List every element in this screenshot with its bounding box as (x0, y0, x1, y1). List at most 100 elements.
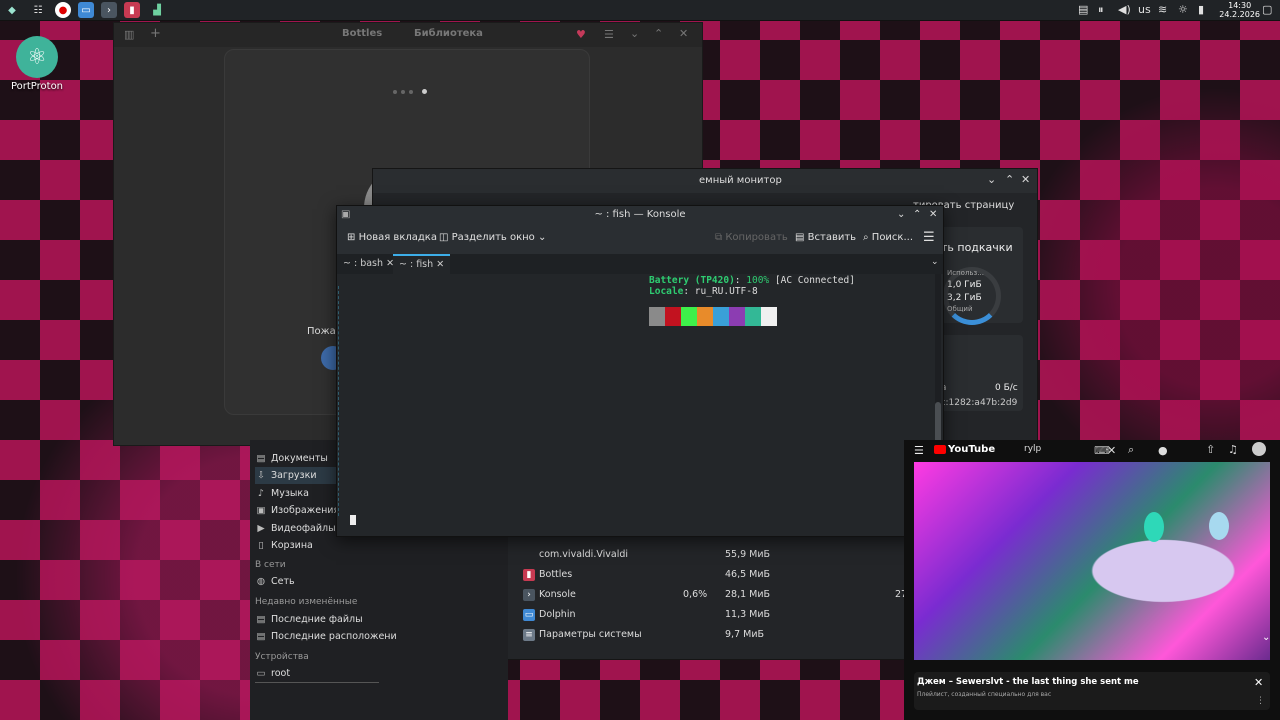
close-icon[interactable]: ✕ (1021, 173, 1030, 186)
tab-bash[interactable]: ~ : bash ✕ (337, 254, 400, 274)
microphone-icon[interactable]: ● (1158, 444, 1168, 457)
search-icon: ⌕ (863, 232, 869, 243)
volume-icon[interactable]: ◀) (1118, 3, 1131, 16)
tab-library[interactable]: Библиотека (414, 28, 483, 39)
clock-date: 24.2.2026 (1219, 10, 1260, 19)
new-tab-button[interactable]: ⊞ Новая вкладка (347, 232, 437, 243)
maximize-icon[interactable]: ⌃ (1005, 173, 1014, 186)
minimize-icon[interactable]: ⌄ (630, 27, 639, 40)
sysmon-titlebar: емный монитор ⌄ ⌃ ✕ (373, 169, 1037, 193)
places-item-recent-files[interactable]: ▤ Последние файлы (255, 611, 363, 628)
video-icon: ▶ (257, 522, 265, 534)
battery-status: [AC Connected] (774, 275, 855, 286)
color-palette (649, 307, 777, 326)
swap-common: Общий (947, 305, 973, 313)
document-icon: ▤ (256, 614, 266, 625)
settings-icon: ≡ (523, 629, 535, 641)
konsole-task-icon[interactable]: › (101, 2, 117, 18)
dolphin-task-icon[interactable]: ▭ (78, 2, 94, 18)
media-pause-icon[interactable]: ⏸ (1098, 3, 1104, 17)
pager-icon[interactable]: ☷ (30, 2, 46, 18)
locale-value: ru_RU.UTF-8 (694, 286, 758, 297)
brightness-icon[interactable]: ☼ (1178, 3, 1188, 16)
upload-icon[interactable]: ⇧ (1206, 443, 1215, 456)
youtube-miniplayer: ☰ YouTube rylp ⌨ ✕ ⌕ ● ⇧ ♫ ⌄ Джем – Sewe… (904, 440, 1280, 720)
konsole-title: ~ : fish — Konsole (594, 209, 686, 220)
section-recent: Недавно изменённые (255, 597, 358, 607)
clear-search-icon[interactable]: ✕ (1107, 444, 1116, 457)
sidebar-toggle-icon[interactable]: ▥ (124, 28, 134, 41)
tab-menu-icon[interactable]: ⌄ (931, 257, 939, 267)
search-icon[interactable]: ⌕ (1128, 443, 1134, 457)
process-name: Dolphin (539, 609, 576, 620)
drive-icon: ▭ (256, 668, 266, 679)
tab-label: ~ : fish (399, 259, 434, 270)
paste-button[interactable]: ▤ Вставить (795, 232, 856, 243)
chevron-down-icon: ⌄ (537, 232, 547, 243)
minimize-icon[interactable]: ⌄ (897, 206, 905, 224)
copy-button[interactable]: ⧉ Копировать (715, 232, 788, 243)
more-options-icon[interactable]: ⋮ (1256, 696, 1265, 706)
clock[interactable]: 14:30 24.2.2026 (1219, 1, 1260, 19)
show-desktop-icon[interactable]: ▢ (1262, 3, 1272, 16)
avatar[interactable] (1252, 442, 1266, 456)
hamburger-menu-icon[interactable]: ☰ (923, 230, 935, 245)
tab-fish[interactable]: ~ : fish ✕ (393, 254, 451, 274)
video-title[interactable]: Джем – Sewerslvt - the last thing she se… (917, 677, 1139, 687)
terminal-area[interactable]: Battery (TP420): 100% [AC Connected] Loc… (337, 274, 933, 536)
tab-bottles[interactable]: Bottles (342, 28, 382, 39)
split-view-button[interactable]: ◫ Разделить окно ⌄ (439, 232, 546, 243)
maximize-icon[interactable]: ⌃ (654, 27, 663, 40)
tab-close-icon[interactable]: ✕ (436, 259, 444, 270)
places-item-network[interactable]: ◍ Сеть (255, 573, 295, 590)
sysmon-task-icon[interactable]: ▟ (149, 2, 165, 18)
launcher-icon[interactable]: ◆ (4, 2, 20, 18)
places-item-root[interactable]: ▭ root (255, 665, 379, 683)
bell-icon[interactable]: ♫ (1228, 443, 1238, 456)
places-item-label: Корзина (271, 540, 313, 551)
vivaldi-task-icon[interactable]: ● (55, 2, 71, 18)
places-item-trash[interactable]: ▯ Корзина (255, 537, 377, 554)
maximize-icon[interactable]: ⌃ (913, 206, 921, 224)
character-eye (1209, 512, 1229, 540)
konsole-tabbar: ~ : bash ✕ ~ : fish ✕ ⌄ (337, 254, 943, 274)
page-dot-active (422, 89, 427, 94)
battery-icon[interactable]: ▮ (1198, 3, 1204, 16)
fetch-line-locale: Locale: ru_RU.UTF-8 (649, 286, 758, 297)
generic-icon (523, 549, 535, 561)
keyboard-layout[interactable]: us (1138, 3, 1151, 16)
places-item-recent-locations[interactable]: ▤ Последние расположени (255, 628, 397, 645)
add-bottle-icon[interactable]: + (150, 26, 161, 41)
palette-swatch (729, 307, 745, 326)
terminal-icon: › (523, 589, 535, 601)
bottles-icon: ▮ (523, 569, 535, 581)
image-icon: ▣ (256, 505, 266, 517)
video-frame[interactable]: ⌄ (914, 462, 1270, 660)
search-label: Поиск... (871, 232, 914, 243)
palette-swatch (649, 307, 665, 326)
globe-icon: ◍ (256, 576, 266, 587)
search-input[interactable]: rylp (1024, 444, 1041, 454)
menu-icon[interactable]: ☰ (914, 444, 924, 457)
close-icon[interactable]: ✕ (929, 206, 937, 224)
paste-label: Вставить (807, 232, 857, 243)
bottles-task-icon[interactable]: ▮ (124, 2, 140, 18)
konsole-toolbar: ⊞ Новая вкладка ◫ Разделить окно ⌄ ⧉ Коп… (337, 224, 943, 255)
portproton-label[interactable]: PortProton (6, 81, 68, 92)
close-icon[interactable]: ✕ (679, 27, 688, 40)
places-item-label: Загрузки (271, 470, 317, 482)
heart-icon[interactable]: ♥ (576, 28, 586, 41)
portproton-icon[interactable]: ⚛ (16, 36, 58, 78)
video-subtitle: Плейлист, созданный специально для вас (917, 691, 1052, 698)
wifi-icon[interactable]: ≋ (1158, 3, 1167, 16)
places-item-label: Последние файлы (271, 614, 363, 625)
minimize-icon[interactable]: ⌄ (987, 173, 996, 186)
clipboard-icon[interactable]: ▤ (1078, 3, 1088, 16)
process-memory: 46,5 МиБ (725, 569, 771, 580)
close-icon[interactable]: ✕ (1254, 676, 1263, 689)
search-button[interactable]: ⌕ Поиск... (863, 232, 913, 243)
expand-icon[interactable]: ⌄ (1262, 632, 1270, 643)
youtube-logo-text[interactable]: YouTube (948, 444, 995, 455)
net-rate: 0 Б/с (995, 383, 1018, 393)
menu-icon[interactable]: ☰ (604, 28, 614, 41)
